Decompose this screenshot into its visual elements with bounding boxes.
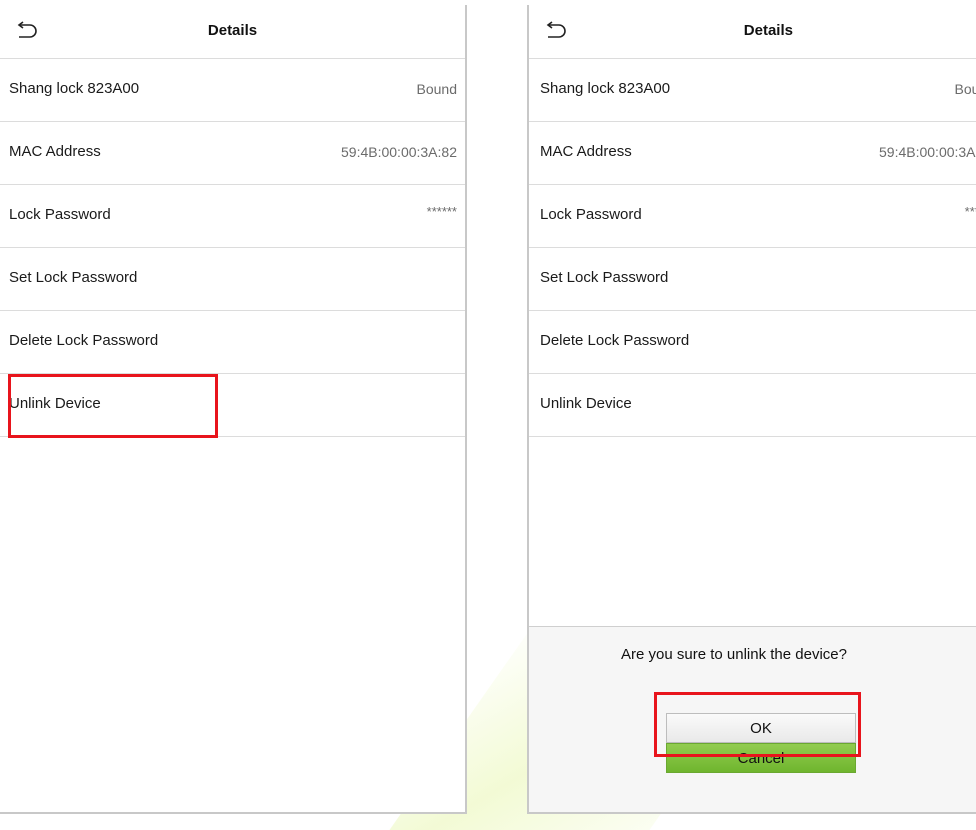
row-lock-name[interactable]: Shang lock 823A00 Bound xyxy=(529,59,976,122)
ok-button[interactable]: OK xyxy=(666,713,856,743)
password-value: ****** xyxy=(426,204,457,219)
mac-value: 59:4B:00:00:3A:82 xyxy=(341,144,457,160)
dialog-message: Are you sure to unlink the device? xyxy=(621,646,847,663)
row-label: MAC Address xyxy=(9,143,101,160)
details-screen-left: Details Shang lock 823A00 Bound MAC Addr… xyxy=(0,5,467,814)
page-title: Details xyxy=(207,22,258,39)
header: Details xyxy=(0,5,465,59)
row-mac-address[interactable]: MAC Address 59:4B:00:00:3A:82 xyxy=(0,122,465,185)
row-mac-address[interactable]: MAC Address 59:4B:00:00:3A:82 xyxy=(529,122,976,185)
row-set-lock-password[interactable]: Set Lock Password xyxy=(529,248,976,311)
row-lock-password[interactable]: Lock Password ****** xyxy=(529,185,976,248)
row-label: Unlink Device xyxy=(9,395,101,412)
unlink-confirm-dialog: Are you sure to unlink the device? OK Ca… xyxy=(529,626,976,812)
row-unlink-device[interactable]: Unlink Device xyxy=(0,374,465,437)
row-lock-name[interactable]: Shang lock 823A00 Bound xyxy=(0,59,465,122)
header: Details xyxy=(529,5,976,59)
row-label: Unlink Device xyxy=(540,395,632,412)
row-delete-lock-password[interactable]: Delete Lock Password xyxy=(529,311,976,374)
password-value: ****** xyxy=(964,204,976,219)
row-unlink-device[interactable]: Unlink Device xyxy=(529,374,976,437)
row-label: Set Lock Password xyxy=(540,269,669,286)
row-set-lock-password[interactable]: Set Lock Password xyxy=(0,248,465,311)
bind-status: Bound xyxy=(954,81,976,97)
row-label: Lock Password xyxy=(9,206,111,223)
details-screen-right: Details Shang lock 823A00 Bound MAC Addr… xyxy=(527,5,976,814)
mac-value: 59:4B:00:00:3A:82 xyxy=(879,144,976,160)
row-lock-password[interactable]: Lock Password ****** xyxy=(0,185,465,248)
row-label: Shang lock 823A00 xyxy=(9,80,140,97)
bind-status: Bound xyxy=(416,81,457,97)
page-title: Details xyxy=(743,22,793,39)
row-label: Shang lock 823A00 xyxy=(540,80,671,97)
cancel-button[interactable]: Cancel xyxy=(666,743,856,773)
row-delete-lock-password[interactable]: Delete Lock Password xyxy=(0,311,465,374)
row-label: Delete Lock Password xyxy=(540,332,690,349)
row-label: MAC Address xyxy=(540,143,632,160)
row-label: Set Lock Password xyxy=(9,269,138,286)
row-label: Delete Lock Password xyxy=(9,332,159,349)
row-label: Lock Password xyxy=(540,206,642,223)
